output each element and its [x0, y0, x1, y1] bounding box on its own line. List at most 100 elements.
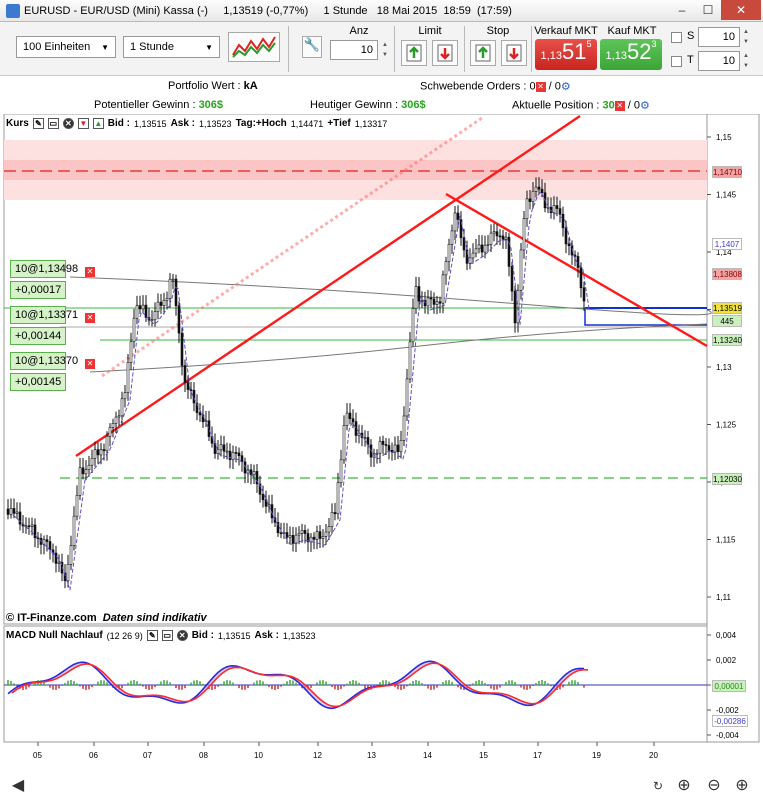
ask-value: 1,13523 — [199, 118, 232, 129]
candle-body — [342, 425, 346, 461]
anz-input[interactable]: 10 — [330, 40, 378, 60]
candle-body — [483, 244, 487, 253]
candle-body — [501, 235, 505, 240]
price-tick-label: 1,15 — [716, 133, 732, 142]
macd-tick-label: -0,002 — [716, 706, 739, 715]
ask-label: Ask : — [254, 630, 279, 641]
candle-body — [135, 305, 139, 319]
s-input[interactable]: 10 — [698, 27, 740, 47]
candle-body — [477, 244, 481, 250]
t-checkbox[interactable] — [671, 56, 682, 67]
arrow-down-icon[interactable]: ▼ — [77, 118, 89, 129]
units-select[interactable]: 100 Einheiten ▼ — [16, 36, 116, 58]
order-close-icon[interactable]: ✕ — [85, 267, 95, 277]
wrench-icon[interactable]: ✎ — [146, 630, 158, 641]
candle-body — [435, 301, 439, 305]
candle-body — [165, 298, 169, 301]
refresh-icon[interactable]: ↻ — [648, 776, 668, 796]
limit-sell-icon[interactable] — [432, 40, 458, 66]
candle-body — [177, 305, 181, 334]
gear-icon[interactable]: ⚙ — [561, 80, 571, 93]
close-button[interactable]: ✕ — [721, 0, 761, 20]
candle-body — [474, 248, 478, 254]
order-close-icon[interactable]: ✕ — [85, 313, 95, 323]
candle-body — [285, 532, 289, 538]
candle-body — [489, 232, 493, 245]
sell-market-button[interactable]: 1,13515 — [535, 39, 597, 70]
stop-buy-icon[interactable] — [470, 40, 496, 66]
price-chart[interactable]: 1,151,1451,141,1351,131,1251,121,1151,11… — [0, 113, 763, 801]
candle-body — [453, 212, 457, 232]
stop-sell-icon[interactable] — [501, 40, 527, 66]
remove-icon[interactable]: ✕ — [62, 118, 74, 129]
indicator-chart-button[interactable] — [228, 32, 280, 62]
price-panel-name: Kurs — [6, 118, 29, 129]
buy-label: Kauf MKT — [607, 25, 657, 37]
candle-body — [111, 422, 115, 428]
window-icon[interactable]: ▭ — [47, 118, 59, 129]
scroll-left-icon[interactable]: ◀ — [8, 776, 28, 796]
zoom-fit-icon[interactable]: ⊕ — [674, 776, 694, 796]
candle-body — [387, 445, 391, 451]
candle-body — [72, 515, 76, 546]
units-select-value: 100 Einheiten — [23, 41, 91, 53]
arrow-up-icon[interactable]: ▲ — [92, 118, 104, 129]
close-position-icon[interactable]: ✕ — [614, 100, 625, 111]
zoom-in-icon[interactable]: ⊕ — [732, 776, 752, 796]
gear-icon[interactable]: ⚙ — [640, 99, 650, 112]
candle-body — [456, 212, 460, 220]
candle-body — [321, 536, 325, 539]
order-diff-1: +0,00017 — [10, 281, 66, 299]
order-close-icon[interactable]: ✕ — [85, 359, 95, 369]
candle-body — [144, 304, 148, 318]
disclaimer-text: Daten sind indikativ — [102, 612, 207, 624]
order-qty-price: 10@1,13498 — [15, 263, 79, 275]
order-label-3[interactable]: 10@1,13370 — [10, 352, 78, 370]
candle-body — [363, 437, 367, 439]
interval-select[interactable]: 1 Stunde ▼ — [123, 36, 220, 58]
minimize-button[interactable]: – — [669, 0, 695, 20]
candle-body — [339, 459, 343, 484]
window-icon[interactable]: ▭ — [161, 630, 173, 641]
wrench-icon[interactable]: 🔧 — [302, 36, 322, 58]
t-spinner[interactable]: ▲ ▼ — [741, 51, 751, 71]
close-orders-icon[interactable]: ✕ — [535, 81, 546, 92]
time-tick-label: 15 — [479, 751, 488, 760]
price-tag-lower-support: 1,12030 — [712, 473, 742, 485]
candle-body — [528, 198, 532, 202]
macd-params: (12 26 9) — [106, 630, 143, 641]
portfolio-amount: kA — [243, 80, 258, 92]
candle-body — [66, 564, 70, 582]
limit-buy-icon[interactable] — [401, 40, 427, 66]
chevron-down-icon: ▼ — [101, 42, 109, 52]
remove-icon[interactable]: ✕ — [176, 630, 188, 641]
candle-body — [153, 311, 157, 321]
candle-body — [237, 452, 241, 456]
orders-label: Schwebende Orders : — [420, 80, 530, 93]
wrench-icon[interactable]: ✎ — [32, 118, 44, 129]
order-label-1[interactable]: 10@1,13498 — [10, 260, 79, 278]
chart-area[interactable]: 1,151,1451,141,1351,131,1251,121,1151,11… — [0, 113, 763, 801]
candle-body — [384, 444, 388, 446]
candle-body — [327, 526, 331, 533]
candle-body — [180, 332, 184, 366]
s-spinner[interactable]: ▲ ▼ — [741, 27, 751, 47]
candle-body — [174, 278, 178, 307]
buy-market-button[interactable]: 1,13523 — [600, 39, 662, 70]
candle-body — [561, 213, 565, 229]
bid-label: Bid : — [191, 630, 214, 641]
candle-body — [90, 457, 94, 466]
anz-spinner[interactable]: ▲ ▼ — [380, 40, 390, 60]
s-checkbox[interactable] — [671, 32, 682, 43]
price-tag-support: 1,13240 — [712, 334, 742, 346]
zoom-out-icon[interactable]: ⊖ — [704, 776, 724, 796]
candle-body — [231, 452, 235, 461]
candle-body — [84, 469, 88, 475]
order-label-2[interactable]: 10@1,13371 — [10, 306, 78, 324]
time-tick-label: 10 — [254, 751, 263, 760]
sell-label: Verkauf MKT — [534, 25, 598, 37]
copyright-text: © IT-Finanze.com — [6, 612, 97, 624]
t-input[interactable]: 10 — [698, 51, 740, 71]
maximize-button[interactable]: ☐ — [695, 0, 721, 20]
time-tick-label: 08 — [199, 751, 208, 760]
